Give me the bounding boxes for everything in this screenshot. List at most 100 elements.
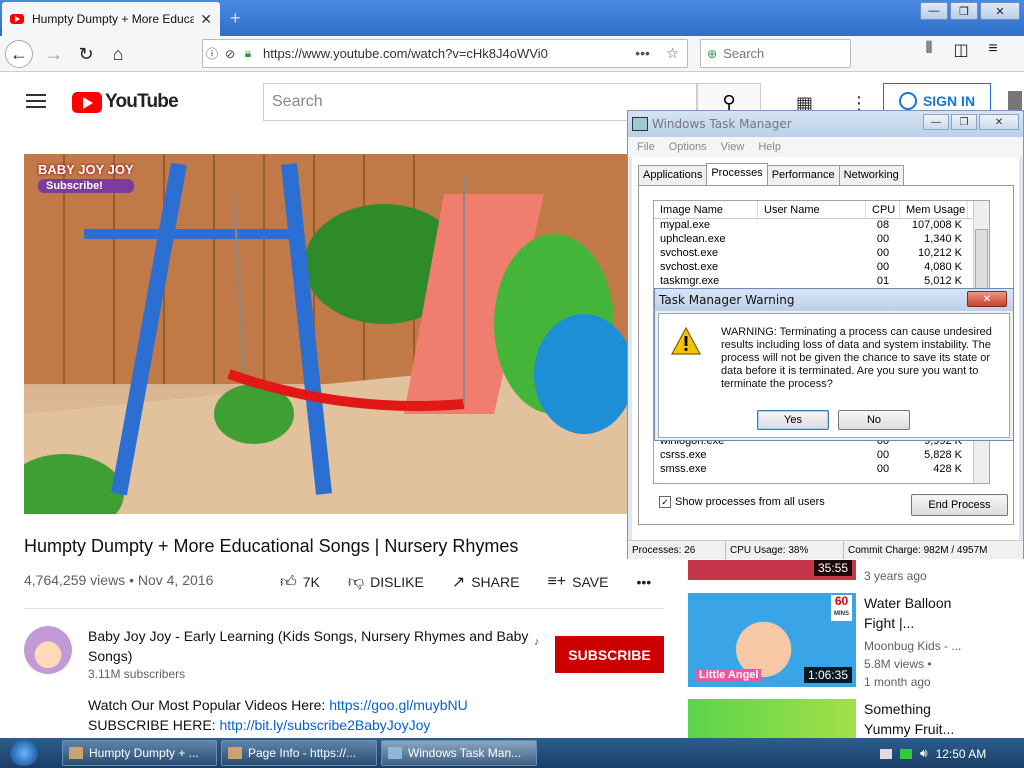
tab-networking[interactable]: Networking <box>838 165 904 185</box>
menu-icon[interactable]: ≡ <box>984 40 1002 60</box>
browser-search-box[interactable]: ⊕ Search <box>700 39 851 68</box>
windows-taskbar: Humpty Dumpty + ... Page Info - https://… <box>0 738 1024 768</box>
permissions-icon[interactable]: ⊘ <box>221 47 239 61</box>
status-processes: Processes: 26 <box>628 541 726 559</box>
start-button[interactable] <box>10 740 38 766</box>
recommended-title-line: Yummy Fruit... <box>864 721 955 737</box>
recommended-thumbnail[interactable]: 35:55 <box>688 560 856 580</box>
taskbar-item-page-info[interactable]: Page Info - https://... <box>221 740 377 766</box>
task-manager-warning-dialog: Task Manager Warning ✕ WARNING: Terminat… <box>654 288 1014 441</box>
table-row[interactable]: svchost.exe 00 4,080 K <box>654 261 989 275</box>
column-image-name[interactable]: Image Name <box>654 201 758 218</box>
taskbar-item-task-manager[interactable]: Windows Task Man... <box>381 740 537 766</box>
sidebar-icon[interactable]: ◫ <box>952 40 970 60</box>
more-actions-icon[interactable]: ••• <box>636 574 651 590</box>
table-row[interactable]: mypal.exe 08 107,008 K <box>654 219 989 233</box>
info-icon[interactable]: ⓘ <box>203 45 221 62</box>
browser-tab[interactable]: Humpty Dumpty + More Educatio ✕ <box>2 2 220 36</box>
table-row[interactable]: svchost.exe 00 10,212 K <box>654 247 989 261</box>
scrollbar-thumb[interactable] <box>975 229 988 289</box>
dislike-button[interactable]: 👎︎ DISLIKE <box>348 573 424 592</box>
menu-file[interactable]: File <box>637 141 655 153</box>
like-button[interactable]: 👍︎ 7K <box>280 573 320 592</box>
process-user <box>758 233 866 247</box>
recommended-title[interactable]: Water Balloon Fight |... <box>864 593 951 633</box>
system-tray: 🔊︎ 12:50 AM <box>880 746 986 761</box>
channel-avatar[interactable] <box>24 626 72 674</box>
page-actions-menu-icon[interactable]: ••• <box>635 45 650 62</box>
column-mem-usage[interactable]: Mem Usage <box>900 201 968 218</box>
description-line-1: Watch Our Most Popular Videos Here: http… <box>88 697 468 713</box>
checkbox-checked-icon[interactable]: ✓ <box>659 496 671 508</box>
menu-view[interactable]: View <box>721 141 745 153</box>
no-button[interactable]: No <box>838 410 910 430</box>
table-row[interactable]: smss.exe 00 428 K <box>654 463 968 477</box>
video-actions: 👍︎ 7K 👎︎ DISLIKE ↗ SHARE ≡+ SAVE ••• <box>280 572 651 592</box>
back-arrow-icon[interactable]: ← <box>5 40 33 68</box>
lock-icon[interactable]: 🔒︎ <box>239 46 257 61</box>
reload-icon[interactable]: ↻ <box>72 40 100 68</box>
library-icon[interactable]: ⫴ <box>920 40 938 60</box>
menu-help[interactable]: Help <box>758 141 781 153</box>
home-icon[interactable]: ⌂ <box>104 40 132 68</box>
forward-arrow-icon[interactable]: → <box>40 40 68 68</box>
warning-titlebar[interactable]: Task Manager Warning ✕ <box>655 289 1013 311</box>
music-note-icon: ♪ <box>534 636 540 648</box>
column-user-name[interactable]: User Name <box>758 201 866 218</box>
close-button[interactable]: ✕ <box>967 291 1007 307</box>
recommended-channel[interactable]: Moonbug Kids - ... <box>864 637 961 655</box>
clock[interactable]: 12:50 AM <box>936 747 987 761</box>
status-cpu: CPU Usage: 38% <box>726 541 844 559</box>
show-all-users[interactable]: ✓ Show processes from all users <box>659 496 825 508</box>
network-icon[interactable] <box>900 748 912 759</box>
video-player[interactable]: BABY JOY JOY Subscribe! <box>24 154 630 514</box>
recommended-thumbnail[interactable]: 60 MINS Little Angel 1:06:35 <box>688 593 856 687</box>
subscribe-button[interactable]: SUBSCRIBE <box>555 636 664 673</box>
tab-processes[interactable]: Processes <box>706 163 768 185</box>
save-button[interactable]: ≡+ SAVE <box>547 573 608 591</box>
maximize-button[interactable]: ❐ <box>951 114 977 130</box>
table-row[interactable]: taskmgr.exe 01 5,012 K <box>654 275 989 289</box>
share-button[interactable]: ↗ SHARE <box>452 572 520 592</box>
process-user <box>758 247 866 261</box>
description-link[interactable]: http://bit.ly/subscribe2BabyJoyJoy <box>219 717 430 733</box>
tab-performance[interactable]: Performance <box>766 165 840 185</box>
table-row[interactable]: uphclean.exe 00 1,340 K <box>654 233 989 247</box>
channel-name[interactable]: Baby Joy Joy - Early Learning (Kids Song… <box>88 626 533 666</box>
tab-title: Humpty Dumpty + More Educatio <box>32 12 195 26</box>
recommended-thumbnail[interactable] <box>688 699 856 739</box>
keyboard-icon[interactable] <box>880 748 892 759</box>
process-list-header: Image Name User Name CPU Mem Usage <box>654 201 989 219</box>
process-user <box>758 219 866 233</box>
recommended-title[interactable]: Something Yummy Fruit... <box>864 699 954 739</box>
process-mem: 1,340 K <box>924 233 962 245</box>
video-duration: 35:55 <box>813 560 852 576</box>
process-rows-bottom: winlogon.exe 00 9,992 K csrss.exe 00 5,828 K… <box>654 435 968 477</box>
volume-icon[interactable]: 🔊︎ <box>920 746 928 761</box>
minimize-button[interactable]: — <box>923 114 949 130</box>
watermark-subscribe: Subscribe! <box>38 179 134 193</box>
url-text[interactable]: https://www.youtube.com/watch?v=cHk8J4oW… <box>263 46 627 61</box>
column-cpu[interactable]: CPU <box>866 201 900 218</box>
description-link[interactable]: https://goo.gl/muybNU <box>329 697 468 713</box>
youtube-logo[interactable]: YouTube <box>72 91 179 113</box>
maximize-button[interactable]: ❐ <box>950 2 978 20</box>
process-name: uphclean.exe <box>660 233 726 245</box>
tab-close-icon[interactable]: ✕ <box>200 11 212 28</box>
taskbar-item-browser[interactable]: Humpty Dumpty + ... <box>62 740 217 766</box>
end-process-button[interactable]: End Process <box>911 494 1008 516</box>
table-row[interactable]: csrss.exe 00 5,828 K <box>654 449 968 463</box>
minimize-button[interactable]: — <box>920 2 948 20</box>
task-manager-titlebar[interactable]: Windows Task Manager — ❐ ✕ <box>628 111 1023 137</box>
hamburger-menu-icon[interactable] <box>26 94 46 108</box>
process-user <box>758 261 866 275</box>
close-button[interactable]: ✕ <box>979 114 1019 130</box>
new-tab-button[interactable]: + <box>230 8 241 29</box>
tab-applications[interactable]: Applications <box>638 165 708 185</box>
bookmark-star-icon[interactable]: ☆ <box>666 45 679 62</box>
close-button[interactable]: ✕ <box>980 2 1020 20</box>
url-bar[interactable]: ⓘ ⊘ 🔒︎ https://www.youtube.com/watch?v=c… <box>202 39 688 68</box>
browser-navbar: ← → ↻ ⌂ ⓘ ⊘ 🔒︎ https://www.youtube.com/w… <box>0 36 1024 72</box>
yes-button[interactable]: Yes <box>757 410 829 430</box>
menu-options[interactable]: Options <box>669 141 707 153</box>
